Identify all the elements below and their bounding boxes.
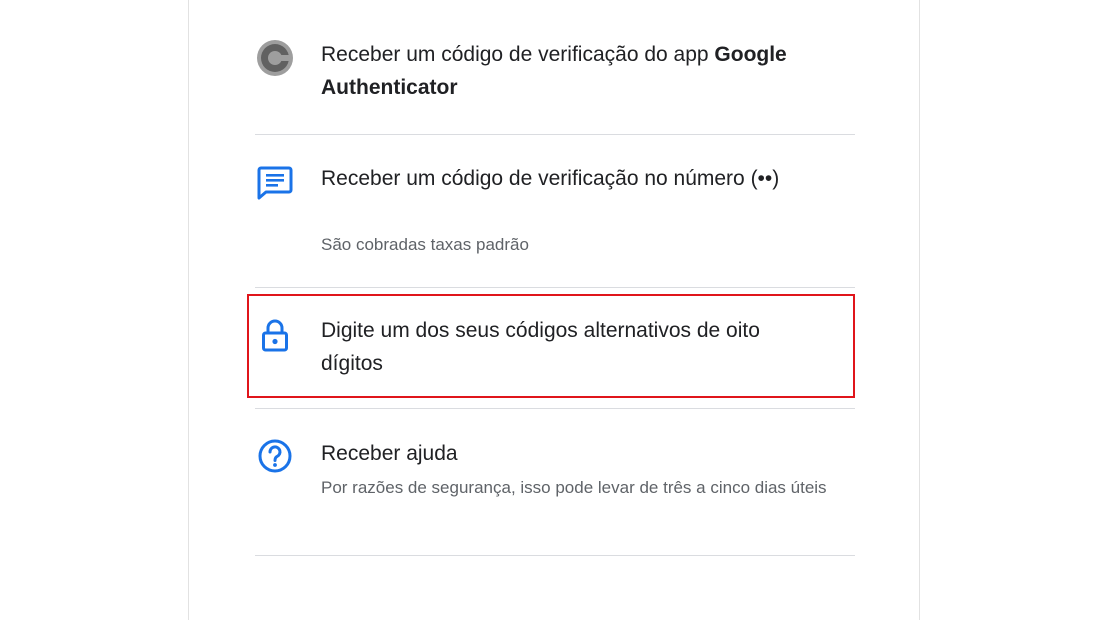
option-get-help[interactable]: Receber ajuda Por razões de segurança, i… — [255, 437, 855, 532]
help-circle-icon — [255, 437, 295, 477]
divider — [255, 555, 855, 556]
option-label: Digite um dos seus códigos alternativos … — [321, 319, 760, 375]
sms-message-icon — [255, 164, 295, 204]
option-google-authenticator[interactable]: Receber um código de verificação do app … — [255, 38, 855, 108]
page: Receber um código de verificação do app … — [0, 0, 1100, 620]
google-authenticator-icon — [255, 38, 295, 78]
option-sms-code[interactable]: Receber um código de verificação no núme… — [255, 162, 855, 262]
option-label: Receber ajuda — [321, 442, 458, 465]
divider — [255, 408, 855, 409]
option-sublabel: Por razões de segurança, isso pode levar… — [321, 478, 827, 497]
divider — [255, 134, 855, 135]
lock-icon — [255, 316, 295, 356]
challenge-options-card: Receber um código de verificação do app … — [188, 0, 920, 620]
option-label: Receber um código de verificação do app … — [321, 38, 855, 104]
option-label: Receber um código de verificação no núme… — [321, 167, 780, 190]
divider — [255, 287, 855, 288]
option-label-prefix: Receber um código de verificação do app — [321, 43, 715, 66]
option-sublabel: São cobradas taxas padrão — [321, 235, 529, 254]
option-backup-codes[interactable]: Digite um dos seus códigos alternativos … — [255, 314, 855, 384]
